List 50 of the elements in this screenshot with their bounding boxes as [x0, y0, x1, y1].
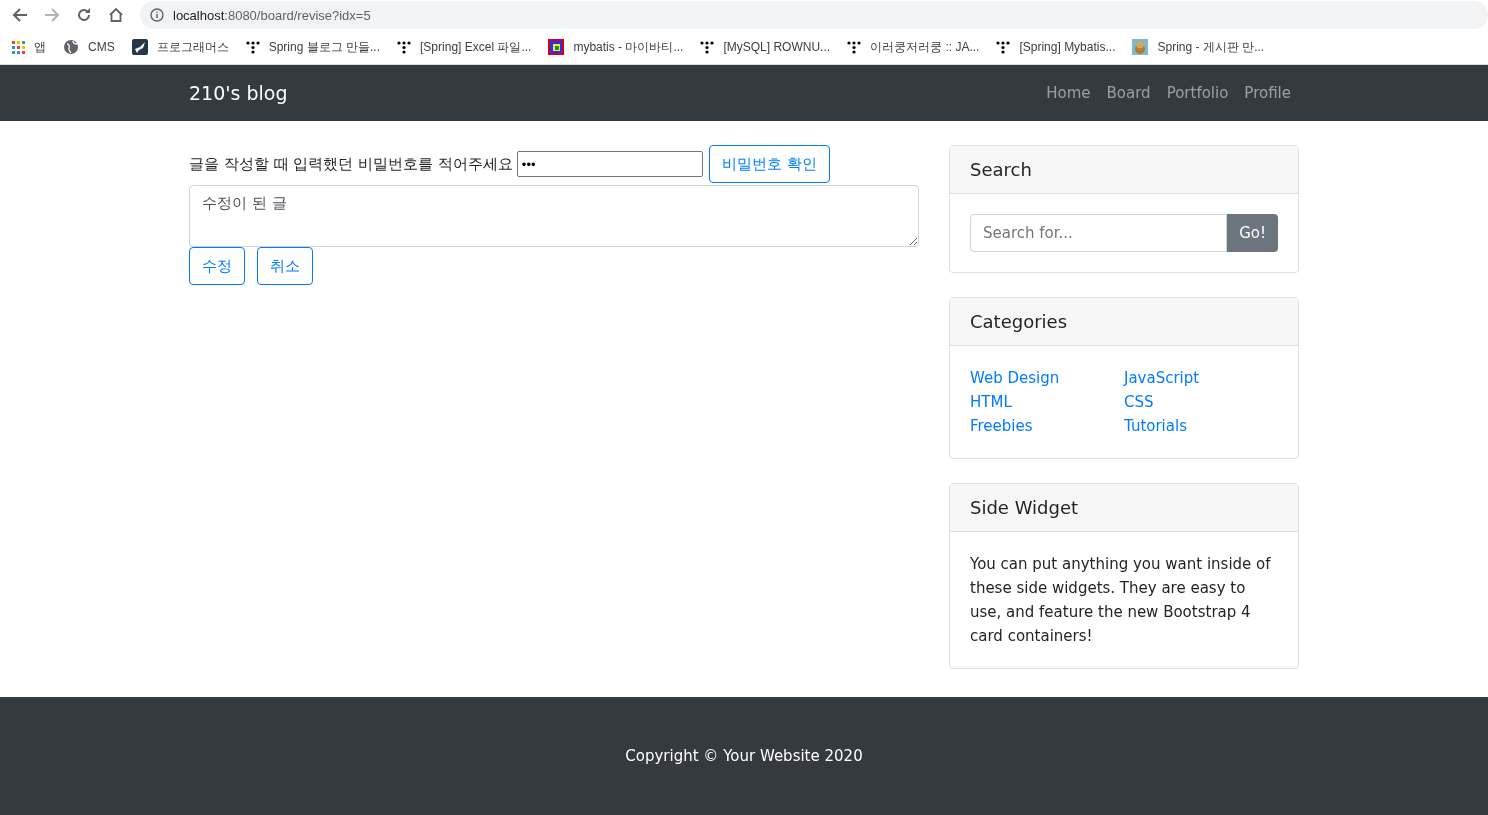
edit-button[interactable]: 수정	[189, 247, 245, 285]
search-field[interactable]: Search for...	[970, 214, 1228, 252]
bookmark[interactable]: 프로그래머스	[131, 38, 229, 56]
address-bar[interactable]: localhost:8080/board/revise?idx=5	[140, 1, 1488, 29]
dots-icon[interactable]	[996, 40, 1011, 54]
bookmark[interactable]: CMS	[63, 39, 115, 55]
back-arrow-icon[interactable]	[12, 7, 28, 23]
widget-text: You can put anything you want inside of these side widgets. They are easy to use, and feature the new Bootstrap 4 card containers!	[970, 554, 1272, 647]
category-link[interactable]: Tutorials	[1124, 414, 1278, 438]
bookmark[interactable]: [MySQL] ROWNU...	[700, 40, 831, 54]
url-text: localhost:8080/board/revise?idx=5	[173, 7, 371, 23]
bookmark[interactable]: 앱	[12, 38, 46, 56]
cancel-button[interactable]: 취소	[257, 247, 313, 285]
password-prompt: 글을 작성할 때 입력했던 비밀번호를 적어주세요	[189, 154, 513, 174]
card-header: Search	[950, 146, 1298, 194]
card-header: Categories	[950, 298, 1298, 346]
dots-icon[interactable]	[700, 40, 715, 54]
cartoon-picture-icon[interactable]	[1132, 39, 1149, 55]
dots-icon[interactable]	[245, 40, 260, 54]
dots-icon[interactable]	[847, 40, 862, 54]
content-textarea[interactable]: 수정이 된 글	[189, 185, 919, 247]
bookmark[interactable]: Spring - 게시판 만...	[1132, 38, 1265, 56]
dots-icon[interactable]	[397, 40, 412, 54]
apps-grid-icon[interactable]	[12, 40, 25, 54]
password-field[interactable]: •••	[516, 151, 703, 177]
globe-icon[interactable]	[63, 39, 79, 55]
go-button[interactable]: Go!	[1227, 214, 1278, 252]
nav-link[interactable]: Portfolio	[1166, 84, 1229, 102]
info-icon	[150, 8, 164, 22]
reload-icon[interactable]	[76, 7, 92, 23]
home-icon[interactable]	[108, 7, 124, 23]
bird-logo-icon[interactable]	[131, 39, 148, 55]
category-link[interactable]: JavaScript	[1124, 366, 1278, 390]
card-header: Side Widget	[950, 484, 1298, 532]
category-link[interactable]: CSS	[1124, 390, 1278, 414]
check-password-button[interactable]: 비밀번호 확인	[708, 145, 830, 183]
bookmark[interactable]: mybatis - 마이바티...	[548, 38, 684, 56]
nav-link[interactable]: Home	[1046, 84, 1091, 102]
category-link[interactable]: HTML	[970, 390, 1124, 414]
nav-link[interactable]: Profile	[1244, 84, 1291, 102]
square-logo-icon[interactable]	[548, 39, 565, 55]
category-link[interactable]: Web Design	[970, 366, 1124, 390]
category-link[interactable]: Freebies	[970, 414, 1124, 438]
bookmark[interactable]: [Spring] Mybatis...	[996, 40, 1116, 54]
nav-link[interactable]: Board	[1106, 84, 1151, 102]
bookmark[interactable]: [Spring] Excel 파일...	[397, 38, 532, 56]
copyright-text: Copyright © Your Website 2020	[625, 747, 863, 765]
bookmark[interactable]: 이러쿵저러쿵 :: JA...	[847, 38, 980, 56]
brand-link[interactable]: 210's blog	[189, 82, 288, 104]
bookmark[interactable]: Spring 블로그 만들...	[245, 38, 381, 56]
